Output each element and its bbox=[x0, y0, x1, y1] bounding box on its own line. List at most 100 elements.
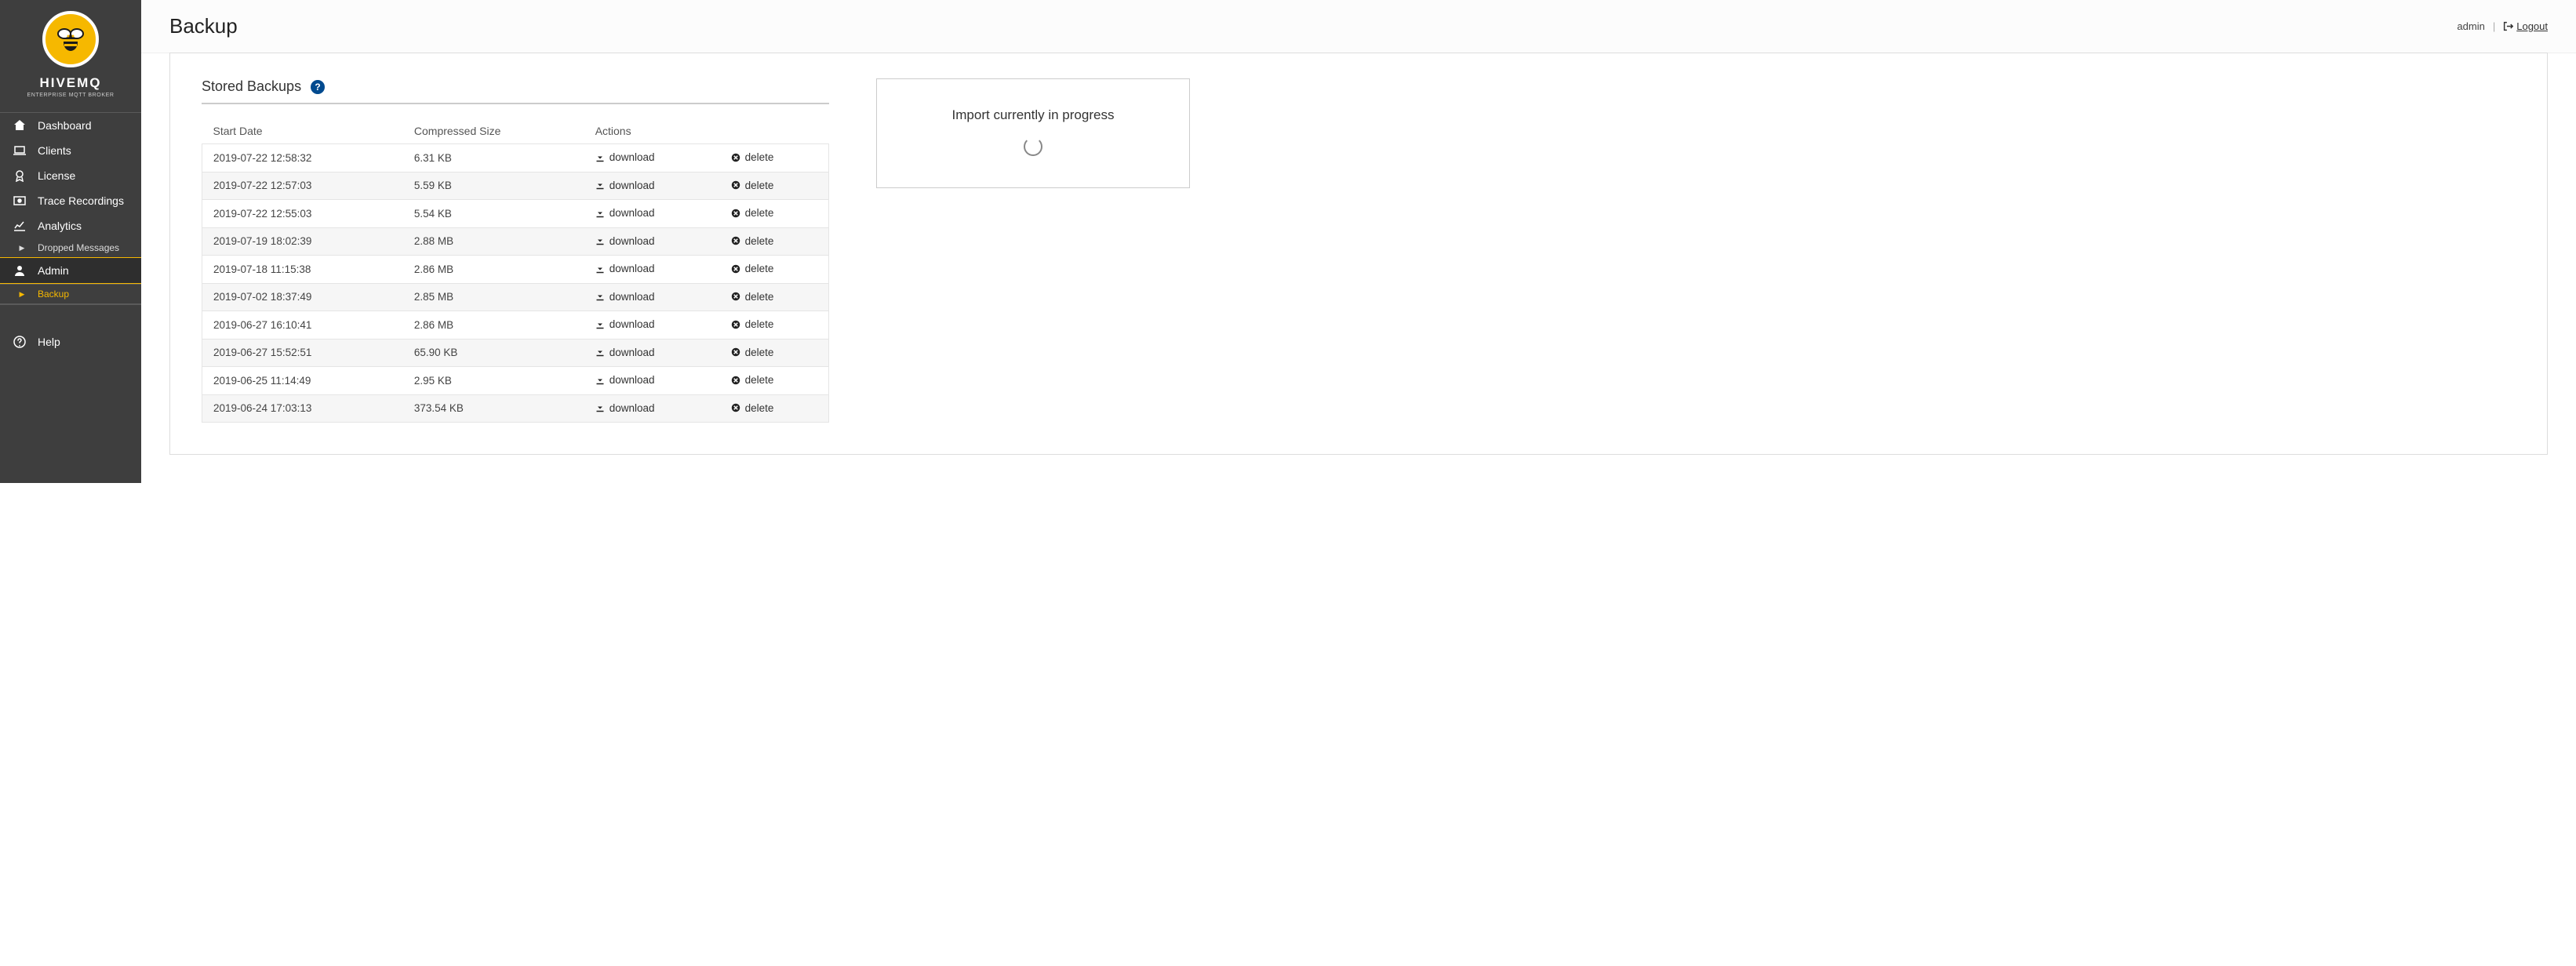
download-label: download bbox=[609, 263, 655, 274]
download-label: download bbox=[609, 207, 655, 219]
delete-label: delete bbox=[745, 151, 774, 163]
download-button[interactable]: download bbox=[595, 318, 655, 330]
username: admin bbox=[2457, 20, 2484, 32]
caret-right-icon: ▶ bbox=[17, 244, 27, 252]
caret-right-icon: ▶ bbox=[17, 290, 27, 299]
download-icon bbox=[595, 209, 605, 218]
delete-label: delete bbox=[745, 235, 774, 247]
download-button[interactable]: download bbox=[595, 180, 655, 191]
cell-size: 373.54 KB bbox=[403, 394, 584, 423]
delete-label: delete bbox=[745, 347, 774, 358]
delete-button[interactable]: delete bbox=[731, 263, 774, 274]
cell-size: 5.54 KB bbox=[403, 200, 584, 228]
download-button[interactable]: download bbox=[595, 207, 655, 219]
sidebar-item-admin[interactable]: Admin bbox=[0, 257, 141, 284]
delete-icon bbox=[731, 236, 740, 245]
download-icon bbox=[595, 153, 605, 162]
cell-start-date: 2019-06-25 11:14:49 bbox=[202, 367, 403, 395]
delete-label: delete bbox=[745, 263, 774, 274]
delete-button[interactable]: delete bbox=[731, 180, 774, 191]
sidebar-item-analytics[interactable]: Analytics bbox=[0, 213, 141, 238]
table-row: 2019-07-19 18:02:392.88 MB download delete bbox=[202, 227, 829, 256]
user-icon bbox=[13, 264, 27, 277]
download-button[interactable]: download bbox=[595, 291, 655, 303]
cell-start-date: 2019-07-19 18:02:39 bbox=[202, 227, 403, 256]
download-button[interactable]: download bbox=[595, 263, 655, 274]
download-icon bbox=[595, 347, 605, 357]
download-label: download bbox=[609, 402, 655, 414]
cell-size: 6.31 KB bbox=[403, 144, 584, 172]
help-badge[interactable]: ? bbox=[311, 80, 325, 94]
logout-link[interactable]: Logout bbox=[2503, 20, 2548, 32]
sidebar-item-label: Help bbox=[38, 336, 60, 348]
cell-size: 2.86 MB bbox=[403, 311, 584, 340]
backup-table: Start Date Compressed Size Actions 2019-… bbox=[202, 118, 829, 423]
bee-icon bbox=[54, 23, 87, 56]
delete-label: delete bbox=[745, 207, 774, 219]
delete-button[interactable]: delete bbox=[731, 318, 774, 330]
delete-icon bbox=[731, 376, 740, 385]
table-row: 2019-07-18 11:15:382.86 MBdownloaddelete bbox=[202, 256, 829, 284]
delete-button[interactable]: delete bbox=[731, 235, 774, 247]
sidebar: HIVEMQ ENTERPRISE MQTT BROKER Dashboard … bbox=[0, 0, 141, 483]
cell-start-date: 2019-06-24 17:03:13 bbox=[202, 394, 403, 423]
page-title: Backup bbox=[169, 14, 238, 38]
sidebar-sub-label: Dropped Messages bbox=[38, 242, 119, 253]
delete-icon bbox=[731, 320, 740, 329]
download-label: download bbox=[609, 347, 655, 358]
download-label: download bbox=[609, 318, 655, 330]
sidebar-item-help[interactable]: Help bbox=[0, 329, 141, 354]
stored-backups-section: Stored Backups ? Start Date Compressed S… bbox=[202, 78, 829, 423]
table-row: 2019-06-27 15:52:5165.90 KBdownloaddelet… bbox=[202, 339, 829, 367]
delete-button[interactable]: delete bbox=[731, 374, 774, 386]
section-title: Stored Backups bbox=[202, 78, 301, 95]
sidebar-item-license[interactable]: License bbox=[0, 163, 141, 188]
delete-button[interactable]: delete bbox=[731, 291, 774, 303]
cell-start-date: 2019-07-22 12:58:32 bbox=[202, 144, 403, 172]
sidebar-item-label: Clients bbox=[38, 144, 71, 157]
table-row: 2019-06-27 16:10:412.86 MBdownloaddelete bbox=[202, 311, 829, 340]
sidebar-sub-dropped-messages[interactable]: ▶ Dropped Messages bbox=[0, 238, 141, 257]
delete-button[interactable]: delete bbox=[731, 402, 774, 414]
download-button[interactable]: download bbox=[595, 347, 655, 358]
table-row: 2019-07-02 18:37:492.85 MBdownloaddelete bbox=[202, 283, 829, 311]
award-icon bbox=[13, 169, 27, 182]
brand-name: HIVEMQ bbox=[0, 75, 141, 91]
delete-icon bbox=[731, 347, 740, 357]
delete-icon bbox=[731, 403, 740, 412]
download-label: download bbox=[609, 180, 655, 191]
cell-size: 2.95 KB bbox=[403, 367, 584, 395]
laptop-icon bbox=[13, 144, 27, 157]
download-button[interactable]: download bbox=[595, 374, 655, 386]
delete-icon bbox=[731, 292, 740, 301]
sidebar-sub-backup[interactable]: ▶ Backup bbox=[0, 284, 141, 304]
recording-icon bbox=[13, 194, 27, 207]
download-button[interactable]: download bbox=[595, 235, 655, 247]
content: Stored Backups ? Start Date Compressed S… bbox=[141, 53, 2576, 483]
download-label: download bbox=[609, 374, 655, 386]
delete-label: delete bbox=[745, 374, 774, 386]
import-section: Import currently in progress bbox=[876, 78, 1190, 188]
cell-size: 2.88 MB bbox=[403, 227, 584, 256]
delete-button[interactable]: delete bbox=[731, 207, 774, 219]
delete-icon bbox=[731, 153, 740, 162]
download-button[interactable]: download bbox=[595, 151, 655, 163]
cell-size: 5.59 KB bbox=[403, 172, 584, 200]
sidebar-item-clients[interactable]: Clients bbox=[0, 138, 141, 163]
sidebar-item-dashboard[interactable]: Dashboard bbox=[0, 113, 141, 138]
divider: | bbox=[2493, 20, 2495, 32]
download-icon bbox=[595, 376, 605, 385]
logout-label: Logout bbox=[2516, 20, 2548, 32]
help-icon bbox=[13, 336, 27, 348]
cell-size: 2.86 MB bbox=[403, 256, 584, 284]
delete-button[interactable]: delete bbox=[731, 347, 774, 358]
sidebar-item-label: Analytics bbox=[38, 220, 82, 232]
sidebar-item-label: Trace Recordings bbox=[38, 194, 124, 207]
download-icon bbox=[595, 236, 605, 245]
download-button[interactable]: download bbox=[595, 402, 655, 414]
table-row: 2019-06-25 11:14:492.95 KB download delete bbox=[202, 367, 829, 395]
spinner-icon bbox=[1024, 137, 1042, 156]
delete-label: delete bbox=[745, 291, 774, 303]
sidebar-item-trace-recordings[interactable]: Trace Recordings bbox=[0, 188, 141, 213]
delete-button[interactable]: delete bbox=[731, 151, 774, 163]
